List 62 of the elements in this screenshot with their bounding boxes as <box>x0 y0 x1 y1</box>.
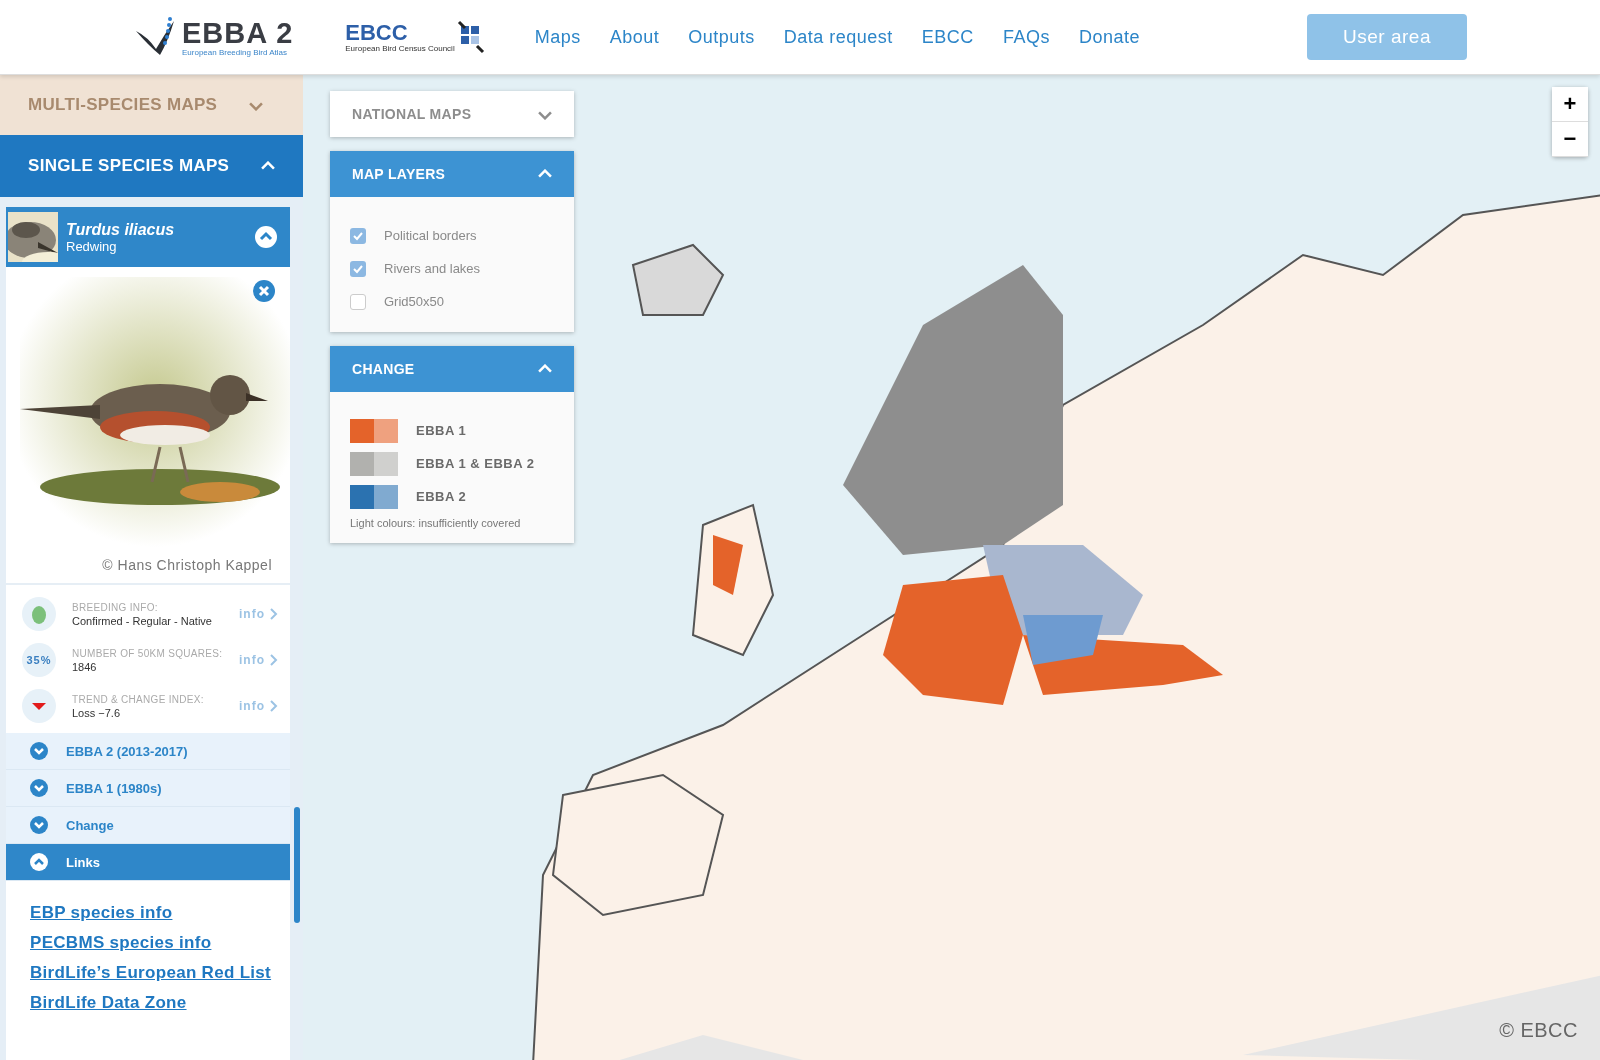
panel-header[interactable]: NATIONAL MAPS <box>330 91 574 137</box>
photo-credit: © Hans Christoph Kappel <box>102 557 273 573</box>
nav-link[interactable]: About <box>599 26 670 48</box>
accordion-item[interactable]: Change <box>6 807 290 844</box>
chevron-up-icon <box>261 160 275 172</box>
nav-link[interactable]: Donate <box>1068 26 1150 48</box>
chevron-up-icon <box>538 363 552 375</box>
info-label: BREEDING INFO: <box>72 601 159 613</box>
logo-subtitle: European Breeding Bird Atlas <box>182 47 288 57</box>
legend-label: EBBA 1 & EBBA 2 <box>416 456 535 471</box>
checkbox-label: Rivers and lakes <box>384 261 481 276</box>
partner-logo-title: EBCC <box>345 21 409 44</box>
legend-note: Light colours: insufficiently covered <box>350 517 522 529</box>
common-name: Redwing <box>66 238 118 254</box>
accordion-item[interactable]: EBBA 2 (2013-2017) <box>6 733 290 770</box>
external-link[interactable]: BirdLife Data Zone <box>30 993 290 1013</box>
chevron-up-icon <box>30 853 48 871</box>
chevron-down-icon <box>30 742 48 760</box>
checkbox-label: Grid50x50 <box>384 294 444 309</box>
egg-icon <box>22 597 56 631</box>
legend-label: EBBA 2 <box>416 489 467 504</box>
checkbox[interactable] <box>350 260 366 277</box>
section-header[interactable]: MULTI-SPECIES MAPS <box>0 75 303 135</box>
chevron-right-icon <box>268 607 278 621</box>
percent-badge: 35% <box>22 643 56 677</box>
info-label: TREND & CHANGE INDEX: <box>72 693 205 705</box>
logo-title: EBBA 2 <box>182 17 294 48</box>
panel-header[interactable]: MAP LAYERS <box>330 151 574 197</box>
info-value: 1846 <box>72 660 98 673</box>
chevron-down-icon <box>30 779 48 797</box>
chevron-up-icon <box>538 168 552 180</box>
chevron-down-icon <box>30 816 48 834</box>
zoom-out-button[interactable]: − <box>1552 122 1588 157</box>
partner-logo-subtitle: European Bird Census Council <box>345 43 455 53</box>
zoom-in-button[interactable]: + <box>1552 87 1588 122</box>
info-value: Confirmed - Regular - Native <box>72 614 213 627</box>
checkbox[interactable] <box>350 293 366 310</box>
external-link[interactable]: EBP species info <box>30 903 290 923</box>
checkbox-label: Political borders <box>384 228 477 243</box>
panel-header[interactable]: CHANGE <box>330 346 574 392</box>
nav-link[interactable]: Outputs <box>678 26 765 48</box>
species-header[interactable]: Turdus iliacus Redwing <box>6 207 290 267</box>
section-header[interactable]: SINGLE SPECIES MAPS <box>0 135 303 197</box>
scientific-name: Turdus iliacus <box>66 220 176 239</box>
close-icon[interactable] <box>252 279 276 303</box>
map-attribution: © EBCC <box>1499 1019 1578 1042</box>
info-value: Loss −7.6 <box>72 706 121 719</box>
collapse-icon[interactable] <box>254 225 278 249</box>
info-label: NUMBER OF 50KM SQUARES: <box>72 647 224 659</box>
accordion-item[interactable]: Links <box>6 844 290 881</box>
checkbox[interactable] <box>350 227 366 244</box>
legend-label: EBBA 1 <box>416 423 467 438</box>
accordion-item[interactable]: EBBA 1 (1980s) <box>6 770 290 807</box>
external-link[interactable]: BirdLife’s European Red List <box>30 963 290 983</box>
chevron-right-icon <box>268 699 278 713</box>
external-link[interactable]: PECBMS species info <box>30 933 290 953</box>
nav-link[interactable]: EBCC <box>911 26 984 48</box>
nav-link[interactable]: Maps <box>524 26 591 48</box>
nav-link[interactable]: FAQs <box>992 26 1060 48</box>
nav-link[interactable]: Data request <box>773 26 903 48</box>
chevron-right-icon <box>268 653 278 667</box>
scrollbar-thumb[interactable] <box>294 807 300 923</box>
